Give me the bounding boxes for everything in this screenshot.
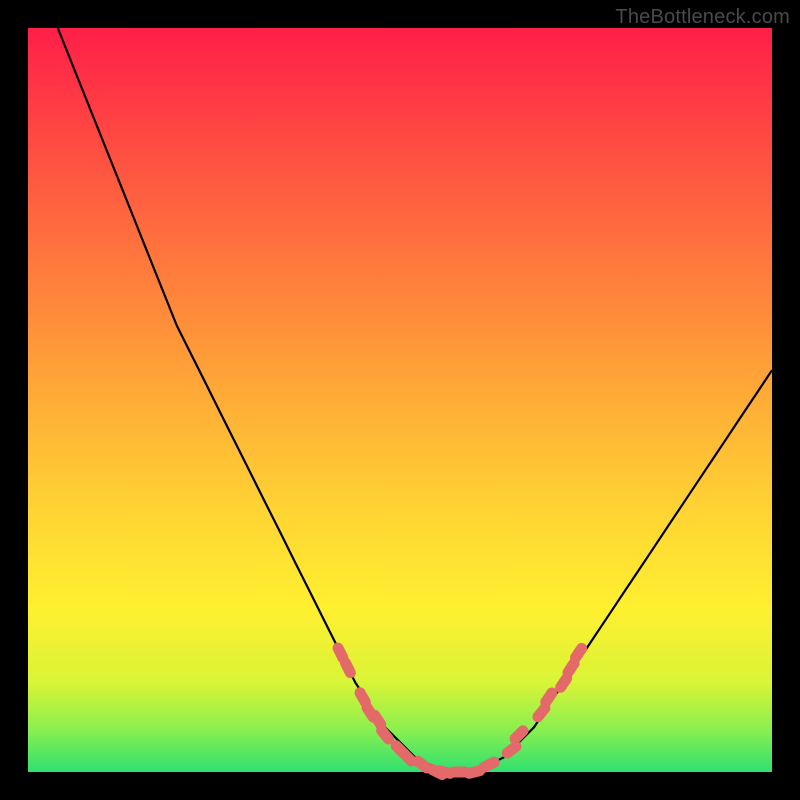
- chart-frame: TheBottleneck.com: [0, 0, 800, 800]
- bottleneck-curve: [28, 28, 772, 772]
- plot-area: [28, 28, 772, 772]
- curve-markers: [331, 641, 590, 782]
- watermark-label: TheBottleneck.com: [615, 6, 790, 29]
- curve-path: [58, 28, 772, 772]
